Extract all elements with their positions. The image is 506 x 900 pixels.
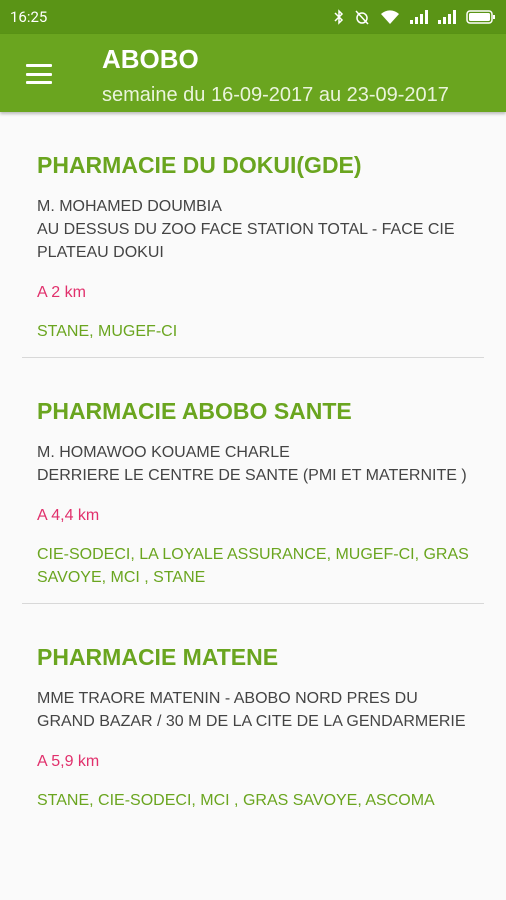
pharmacy-owner: M. MOHAMED DOUMBIA bbox=[37, 198, 222, 215]
pharmacy-card[interactable]: PHARMACIE DU DOKUI(GDE) M. MOHAMED DOUMB… bbox=[22, 112, 484, 358]
pharmacy-list: PHARMACIE DU DOKUI(GDE) M. MOHAMED DOUMB… bbox=[0, 112, 506, 826]
pharmacy-distance: A 2 km bbox=[37, 284, 86, 301]
pharmacy-owner: MME TRAORE MATENIN - ABOBO NORD PRES DU … bbox=[37, 690, 466, 730]
hamburger-menu-icon[interactable] bbox=[26, 64, 52, 84]
pharmacy-name: PHARMACIE MATENE bbox=[37, 644, 279, 670]
wifi-icon bbox=[381, 10, 399, 24]
pharmacy-name: PHARMACIE ABOBO SANTE bbox=[37, 398, 352, 424]
pharmacy-card[interactable]: PHARMACIE MATENE MME TRAORE MATENIN - AB… bbox=[22, 604, 484, 826]
signal-icon bbox=[438, 10, 456, 24]
pharmacy-distance: A 4,4 km bbox=[37, 507, 100, 524]
pharmacy-insurances: STANE, MUGEF-CI bbox=[37, 323, 178, 340]
pharmacy-address: AU DESSUS DU ZOO FACE STATION TOTAL - FA… bbox=[37, 221, 455, 261]
pharmacy-address: DERRIERE LE CENTRE DE SANTE (PMI ET MATE… bbox=[37, 467, 467, 484]
pharmacy-distance: A 5,9 km bbox=[37, 753, 100, 770]
bluetooth-icon bbox=[334, 9, 344, 25]
page-title: ABOBO bbox=[102, 44, 199, 74]
battery-icon bbox=[466, 10, 495, 24]
alarm-off-icon bbox=[355, 10, 369, 25]
status-icons bbox=[334, 9, 496, 25]
pharmacy-insurances: CIE-SODECI, LA LOYALE ASSURANCE, MUGEF-C… bbox=[37, 546, 469, 586]
pharmacy-insurances: STANE, CIE-SODECI, MCI , GRAS SAVOYE, AS… bbox=[37, 792, 435, 809]
pharmacy-owner: M. HOMAWOO KOUAME CHARLE bbox=[37, 444, 290, 461]
pharmacy-card[interactable]: PHARMACIE ABOBO SANTE M. HOMAWOO KOUAME … bbox=[22, 358, 484, 604]
pharmacy-name: PHARMACIE DU DOKUI(GDE) bbox=[37, 152, 362, 178]
app-toolbar: ABOBO semaine du 16-09-2017 au 23-09-201… bbox=[0, 34, 506, 112]
status-time: 16:25 bbox=[10, 8, 48, 26]
status-bar: 16:25 bbox=[0, 0, 506, 34]
signal-icon bbox=[410, 10, 428, 24]
week-subtitle: semaine du 16-09-2017 au 23-09-2017 bbox=[102, 84, 449, 106]
